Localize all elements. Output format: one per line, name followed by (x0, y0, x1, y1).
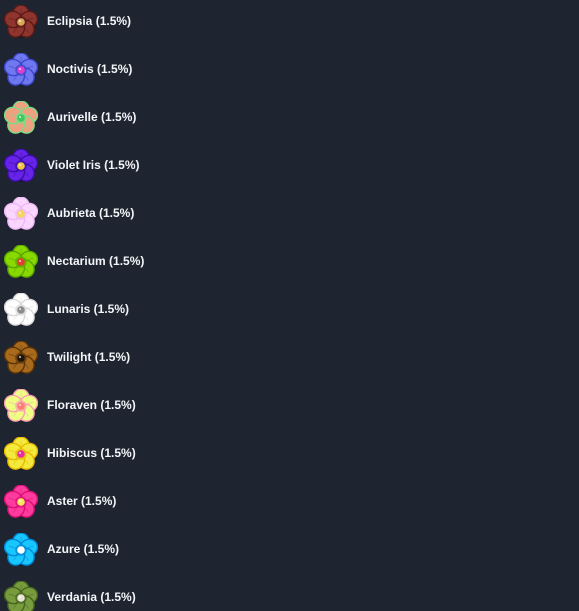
flower-label-lunaris: Lunaris (1.5%) (47, 302, 130, 316)
list-item-hibiscus: Hibiscus (1.5%) (0, 432, 579, 480)
flower-label-floraven: Floraven (1.5%) (47, 398, 136, 412)
flower-label-verdania: Verdania (1.5%) (47, 590, 136, 604)
list-item-noctivis: Noctivis (1.5%) (0, 48, 579, 96)
flower-label-noctivis: Noctivis (1.5%) (47, 62, 133, 76)
flower-label-twilight: Twilight (1.5%) (47, 350, 131, 364)
flower-label-nectarium: Nectarium (1.5%) (47, 254, 145, 268)
list-item-verdania: Verdania (1.5%) (0, 576, 579, 611)
aurivelle-flower-icon (4, 101, 38, 135)
azure-flower-icon (4, 533, 38, 567)
flower-label-violet-iris: Violet Iris (1.5%) (47, 158, 140, 172)
flower-label-hibiscus: Hibiscus (1.5%) (47, 446, 136, 460)
list-item-aubrieta: Aubrieta (1.5%) (0, 192, 579, 240)
violet-iris-flower-icon (4, 149, 38, 183)
list-item-aster: Aster (1.5%) (0, 480, 579, 528)
list-item-azure: Azure (1.5%) (0, 528, 579, 576)
eclipsia-flower-icon (4, 5, 38, 39)
list-item-eclipsia: Eclipsia (1.5%) (0, 0, 579, 48)
aster-flower-icon (4, 485, 38, 519)
list-item-nectarium: Nectarium (1.5%) (0, 240, 579, 288)
flower-label-eclipsia: Eclipsia (1.5%) (47, 14, 132, 28)
flower-label-aurivelle: Aurivelle (1.5%) (47, 110, 137, 124)
list-item-violet-iris: Violet Iris (1.5%) (0, 144, 579, 192)
verdania-flower-icon (4, 581, 38, 611)
list-item-aurivelle: Aurivelle (1.5%) (0, 96, 579, 144)
hibiscus-flower-icon (4, 437, 38, 471)
list-item-twilight: Twilight (1.5%) (0, 336, 579, 384)
lunaris-flower-icon (4, 293, 38, 327)
flower-label-aubrieta: Aubrieta (1.5%) (47, 206, 135, 220)
list-item-floraven: Floraven (1.5%) (0, 384, 579, 432)
flower-label-aster: Aster (1.5%) (47, 494, 117, 508)
floraven-flower-icon (4, 389, 38, 423)
flower-list: Eclipsia (1.5%) Noctivis (1.5%) Aurivell… (0, 0, 579, 611)
nectarium-flower-icon (4, 245, 38, 279)
list-item-lunaris: Lunaris (1.5%) (0, 288, 579, 336)
noctivis-flower-icon (4, 53, 38, 87)
twilight-flower-icon (4, 341, 38, 375)
aubrieta-flower-icon (4, 197, 38, 231)
flower-label-azure: Azure (1.5%) (47, 542, 120, 556)
